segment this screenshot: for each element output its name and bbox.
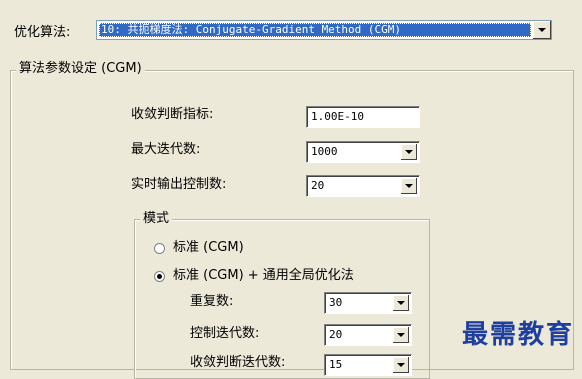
max-iter-dropdown-button[interactable]: [400, 144, 417, 160]
max-iter-value: 1000: [311, 145, 338, 158]
algorithm-select[interactable]: 10: 共扼梯度法: Conjugate-Gradient Method (CG…: [96, 20, 552, 40]
realtime-output-select[interactable]: 20: [306, 175, 420, 197]
params-group-title: 算法参数设定 (CGM): [16, 61, 145, 77]
chevron-down-icon: [397, 333, 405, 337]
algorithm-dropdown-button[interactable]: [532, 21, 551, 39]
algorithm-select-value: 10: 共扼梯度法: Conjugate-Gradient Method (CG…: [99, 23, 531, 37]
stop-iter-value: 15: [329, 358, 343, 371]
mode-standard-global-label: 标准 (CGM) + 通用全局优化法: [173, 268, 354, 283]
mode-standard-radio[interactable]: [154, 243, 165, 254]
repeat-label: 重复数:: [190, 294, 234, 309]
control-iter-value: 20: [329, 328, 343, 341]
convergence-input[interactable]: 1.00E-10: [306, 106, 420, 128]
convergence-label: 收敛判断指标:: [131, 107, 214, 122]
max-iter-label: 最大迭代数:: [131, 142, 201, 157]
repeat-dropdown-button[interactable]: [392, 295, 409, 311]
stop-iter-label: 收敛判断迭代数:: [190, 355, 286, 370]
max-iter-select[interactable]: 1000: [306, 141, 420, 163]
control-iter-label: 控制迭代数:: [190, 326, 260, 341]
chevron-down-icon: [397, 363, 405, 367]
radio-selected-dot: [157, 274, 162, 279]
mode-standard-label: 标准 (CGM): [173, 240, 244, 255]
stop-iter-dropdown-button[interactable]: [392, 357, 409, 373]
control-iter-select[interactable]: 20: [324, 324, 412, 346]
stop-iter-select[interactable]: 15: [324, 354, 412, 376]
chevron-down-icon: [538, 28, 546, 32]
realtime-output-value: 20: [311, 179, 325, 192]
chevron-down-icon: [405, 184, 413, 188]
control-iter-dropdown-button[interactable]: [392, 327, 409, 343]
repeat-value: 30: [329, 296, 343, 309]
realtime-output-label: 实时输出控制数:: [131, 177, 227, 192]
mode-group-title: 模式: [140, 211, 173, 227]
realtime-output-dropdown-button[interactable]: [400, 178, 417, 194]
mode-standard-global-radio[interactable]: [154, 271, 165, 282]
repeat-select[interactable]: 30: [324, 292, 412, 314]
watermark-logo: 最需教育: [461, 320, 574, 350]
chevron-down-icon: [397, 301, 405, 305]
algorithm-label: 优化算法:: [14, 25, 71, 40]
chevron-down-icon: [405, 150, 413, 154]
